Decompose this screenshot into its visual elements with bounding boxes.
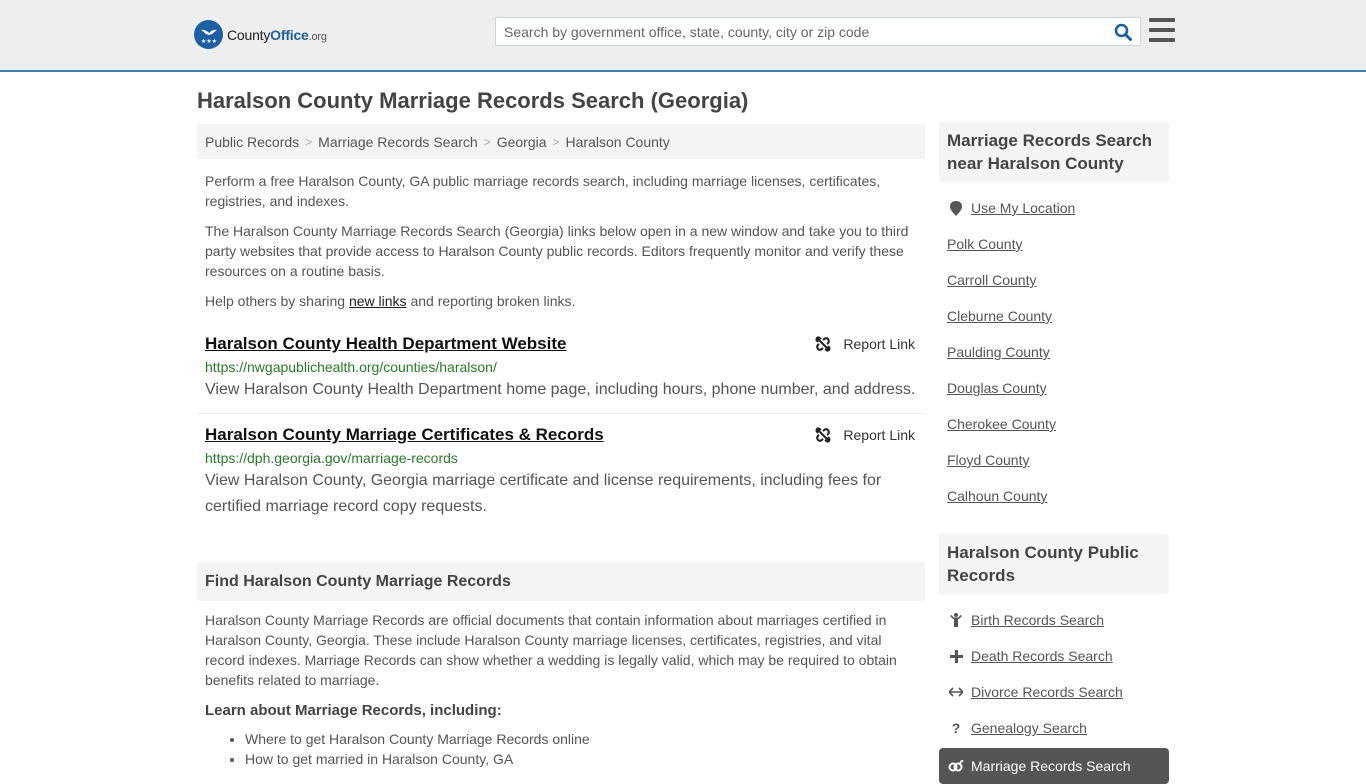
learn-list-item: How to get married in Haralson County, G… bbox=[245, 749, 917, 769]
sidebar: Marriage Records Search near Haralson Co… bbox=[939, 122, 1169, 784]
nearby-heading: Marriage Records Search near Haralson Co… bbox=[939, 122, 1169, 182]
logo-text: CountyOffice.org bbox=[227, 26, 327, 43]
resource-link-url: https://dph.georgia.gov/marriage-records bbox=[205, 450, 458, 466]
county-link-carroll[interactable]: Carroll County bbox=[947, 272, 1036, 288]
breadcrumb-marriage-records-search[interactable]: Marriage Records Search bbox=[318, 134, 478, 150]
county-link-calhoun[interactable]: Calhoun County bbox=[947, 488, 1047, 504]
search-button[interactable] bbox=[1106, 18, 1140, 45]
main-content: Public Records > Marriage Records Search… bbox=[197, 124, 925, 769]
find-records-paragraph: Haralson County Marriage Records are off… bbox=[205, 612, 897, 688]
divorce-records-link[interactable]: Divorce Records Search bbox=[971, 684, 1123, 700]
public-record-item-active: Marriage Records Search bbox=[939, 748, 1169, 784]
marriage-icon bbox=[947, 760, 965, 772]
site-header: ★★★ CountyOffice.org bbox=[0, 0, 1366, 72]
page-title: Haralson County Marriage Records Search … bbox=[197, 88, 749, 113]
learn-list: Where to get Haralson County Marriage Re… bbox=[205, 729, 917, 769]
breadcrumb-georgia[interactable]: Georgia bbox=[497, 134, 547, 150]
search-icon bbox=[1114, 23, 1132, 41]
resource-link-title[interactable]: Haralson County Health Department Websit… bbox=[205, 333, 566, 355]
nearby-county-item: Cleburne County bbox=[947, 298, 1161, 334]
public-record-item: ? Genealogy Search bbox=[947, 710, 1161, 746]
marriage-records-link[interactable]: Marriage Records Search bbox=[971, 758, 1131, 774]
learn-heading: Learn about Marriage Records, including: bbox=[205, 702, 502, 719]
death-records-link[interactable]: Death Records Search bbox=[971, 648, 1113, 664]
county-link-cherokee[interactable]: Cherokee County bbox=[947, 416, 1056, 432]
broken-link-icon bbox=[815, 336, 831, 352]
resource-link-url: https://nwgapublichealth.org/counties/ha… bbox=[205, 359, 497, 375]
public-record-item: Birth Records Search bbox=[947, 602, 1161, 638]
search-box bbox=[495, 17, 1141, 46]
learn-list-item: Where to get Haralson County Marriage Re… bbox=[245, 729, 917, 749]
intro-paragraph-1: Perform a free Haralson County, GA publi… bbox=[205, 173, 881, 209]
new-links-link[interactable]: new links bbox=[349, 293, 407, 309]
resource-link-item: Haralson County Health Department Websit… bbox=[197, 333, 925, 403]
search-input[interactable] bbox=[496, 18, 1106, 45]
public-records-heading: Haralson County Public Records bbox=[939, 534, 1169, 594]
map-marker-icon bbox=[947, 200, 965, 216]
breadcrumb-haralson-county[interactable]: Haralson County bbox=[566, 134, 670, 150]
birth-records-link[interactable]: Birth Records Search bbox=[971, 612, 1104, 628]
find-records-body: Haralson County Marriage Records are off… bbox=[197, 610, 925, 769]
nearby-list: Use My Location Polk County Carroll Coun… bbox=[939, 182, 1169, 514]
county-link-cleburne[interactable]: Cleburne County bbox=[947, 308, 1052, 324]
county-link-floyd[interactable]: Floyd County bbox=[947, 452, 1029, 468]
plus-icon bbox=[947, 649, 965, 663]
arrows-horizontal-icon bbox=[947, 687, 965, 697]
nearby-county-item: Floyd County bbox=[947, 442, 1161, 478]
resource-link-item: Haralson County Marriage Certificates & … bbox=[197, 413, 925, 520]
breadcrumb-separator: > bbox=[305, 134, 313, 149]
intro: Perform a free Haralson County, GA publi… bbox=[197, 171, 925, 311]
child-icon bbox=[947, 613, 965, 627]
use-my-location-link[interactable]: Use My Location bbox=[971, 200, 1075, 216]
resource-link-description: View Haralson County Health Department h… bbox=[205, 381, 916, 398]
resource-link-description: View Haralson County, Georgia marriage c… bbox=[205, 472, 882, 515]
public-record-item: Death Records Search bbox=[947, 638, 1161, 674]
genealogy-link[interactable]: Genealogy Search bbox=[971, 720, 1087, 736]
intro-paragraph-3: Help others by sharing new links and rep… bbox=[205, 293, 576, 309]
nearby-county-item: Cherokee County bbox=[947, 406, 1161, 442]
nearby-county-item: Calhoun County bbox=[947, 478, 1161, 514]
county-link-polk[interactable]: Polk County bbox=[947, 236, 1022, 252]
nearby-county-item: Carroll County bbox=[947, 262, 1161, 298]
use-my-location-item: Use My Location bbox=[947, 190, 1161, 226]
nearby-county-item: Paulding County bbox=[947, 334, 1161, 370]
broken-link-icon bbox=[815, 427, 831, 443]
public-records-list: Birth Records Search Death Records Searc… bbox=[939, 594, 1169, 784]
site-logo[interactable]: ★★★ CountyOffice.org bbox=[194, 20, 327, 49]
report-link-button[interactable]: Report Link bbox=[815, 427, 915, 443]
breadcrumb-separator: > bbox=[483, 134, 491, 149]
svg-text:★★★: ★★★ bbox=[200, 38, 216, 45]
nearby-county-item: Douglas County bbox=[947, 370, 1161, 406]
eagle-logo-icon: ★★★ bbox=[194, 20, 223, 49]
question-icon: ? bbox=[951, 720, 961, 736]
nearby-county-item: Polk County bbox=[947, 226, 1161, 262]
breadcrumb: Public Records > Marriage Records Search… bbox=[197, 124, 925, 159]
county-link-paulding[interactable]: Paulding County bbox=[947, 344, 1050, 360]
find-records-heading: Find Haralson County Marriage Records bbox=[197, 562, 925, 601]
resource-link-title[interactable]: Haralson County Marriage Certificates & … bbox=[205, 424, 604, 446]
report-link-button[interactable]: Report Link bbox=[815, 336, 915, 352]
breadcrumb-public-records[interactable]: Public Records bbox=[205, 134, 299, 150]
intro-paragraph-2: The Haralson County Marriage Records Sea… bbox=[205, 223, 909, 279]
breadcrumb-separator: > bbox=[552, 134, 560, 149]
public-record-item: Divorce Records Search bbox=[947, 674, 1161, 710]
county-link-douglas[interactable]: Douglas County bbox=[947, 380, 1047, 396]
hamburger-menu-icon[interactable] bbox=[1149, 18, 1175, 42]
